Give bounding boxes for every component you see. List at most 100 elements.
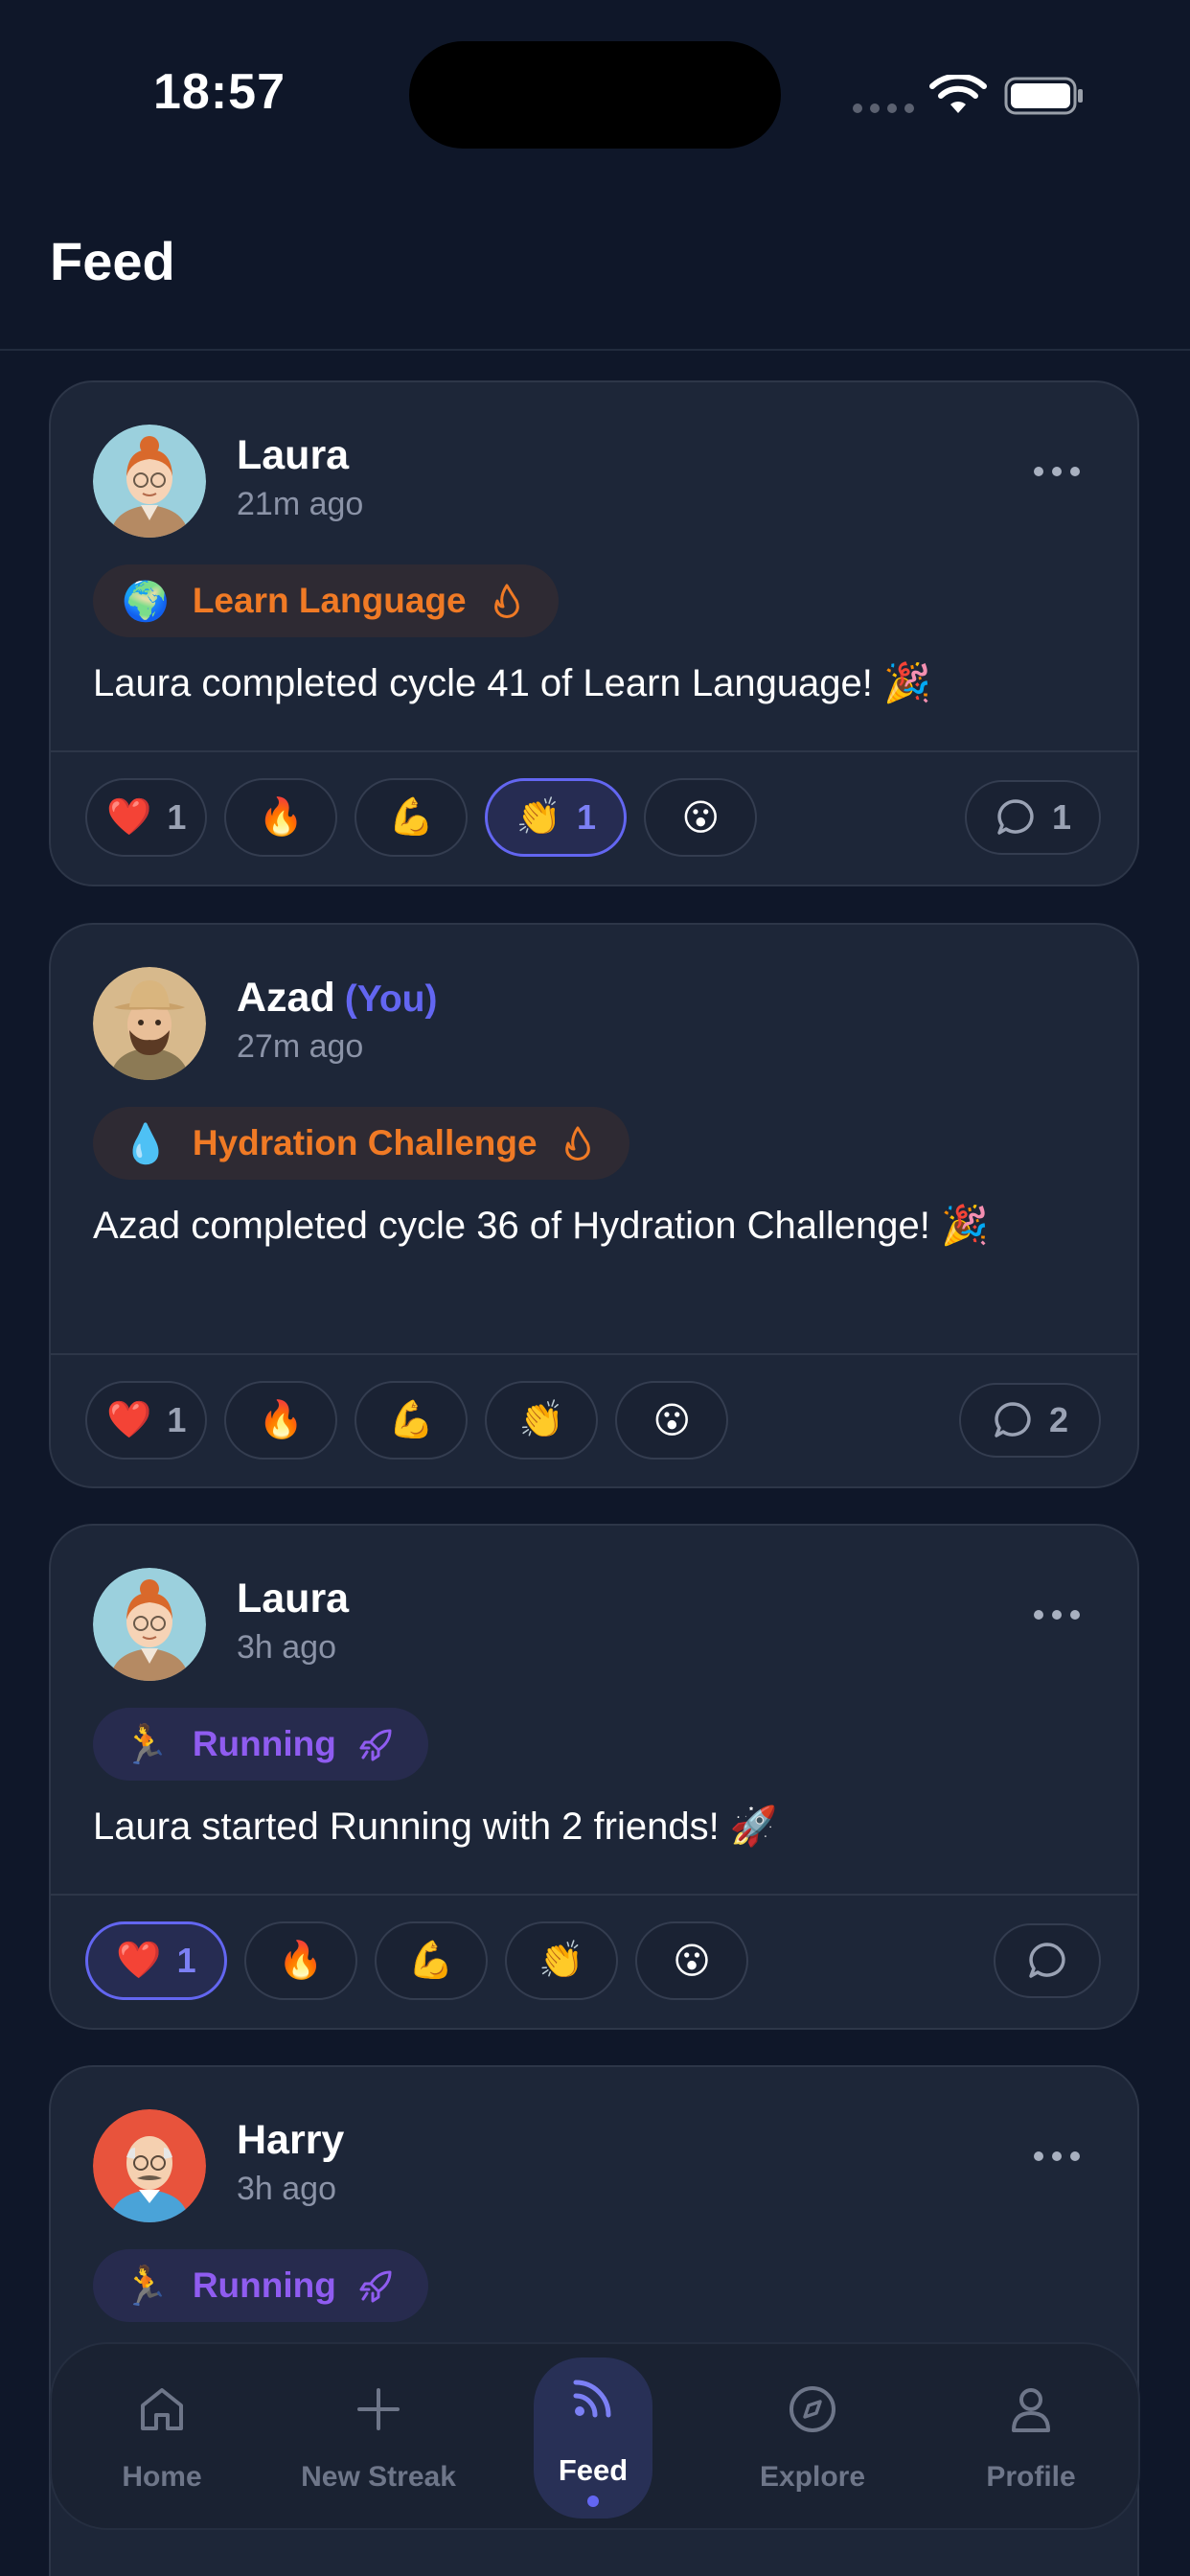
harry-avatar-icon xyxy=(93,2109,206,2222)
reaction-count: 1 xyxy=(176,1941,196,1980)
post-text: Azad completed cycle 36 of Hydration Cha… xyxy=(93,1205,989,1247)
dynamic-island xyxy=(409,41,781,149)
reaction-muscle-button[interactable]: 💪 xyxy=(355,778,469,857)
avatar[interactable] xyxy=(93,425,206,538)
nav-active-dot xyxy=(587,2496,599,2507)
reaction-heart-button[interactable]: ❤️ 1 xyxy=(85,1921,227,2000)
post-username[interactable]: Harry xyxy=(237,2117,344,2164)
post-time: 3h ago xyxy=(237,2171,336,2207)
status-time: 18:57 xyxy=(153,64,286,120)
laura-avatar-icon xyxy=(93,1568,206,1681)
more-options-icon[interactable] xyxy=(1034,467,1080,476)
clap-icon: 👏 xyxy=(518,1400,565,1440)
reaction-heart-button[interactable]: ❤️ 1 xyxy=(85,778,208,857)
wow-icon: 😮 xyxy=(652,1400,692,1441)
post-time: 27m ago xyxy=(237,1028,364,1065)
nav-profile[interactable]: Profile xyxy=(935,2344,1127,2532)
nav-home[interactable]: Home xyxy=(66,2344,258,2532)
nav-new-streak-label: New Streak xyxy=(301,2461,456,2493)
laura-avatar-icon xyxy=(93,425,206,538)
you-label: (You) xyxy=(344,978,438,1020)
comment-icon xyxy=(995,1402,1031,1438)
streak-tag[interactable]: 🏃 Running xyxy=(93,1708,428,1781)
reaction-wow-button[interactable]: 😮 xyxy=(615,1381,729,1460)
droplet-icon: 💧 xyxy=(122,1122,170,1165)
rocket-icon xyxy=(359,2270,392,2303)
reaction-bar: ❤️ 1 🔥 💪 👏 1 😮 xyxy=(85,778,758,857)
post-text: Laura completed cycle 41 of Learn Langua… xyxy=(93,662,931,704)
reaction-clap-button[interactable]: 👏 1 xyxy=(485,778,628,857)
rocket-icon xyxy=(359,1729,392,1761)
fire-icon: 🔥 xyxy=(258,797,305,838)
feed-post: Laura 21m ago 🌍 Learn Language Laura com… xyxy=(49,380,1139,886)
reaction-count: 1 xyxy=(577,797,597,837)
reaction-count: 1 xyxy=(167,1400,187,1439)
reaction-muscle-button[interactable]: 💪 xyxy=(375,1921,488,2000)
avatar[interactable] xyxy=(93,1568,206,1681)
nav-feed-label: Feed xyxy=(558,2453,629,2487)
reaction-fire-button[interactable]: 🔥 xyxy=(224,778,338,857)
streak-tag[interactable]: 🏃 Running xyxy=(93,2249,428,2322)
page-title: Feed xyxy=(50,231,175,291)
runner-icon: 🏃 xyxy=(122,2265,170,2308)
post-time: 3h ago xyxy=(237,1629,336,1666)
globe-icon: 🌍 xyxy=(122,580,170,623)
streak-tag[interactable]: 🌍 Learn Language xyxy=(93,564,559,637)
heart-icon: ❤️ xyxy=(116,1941,162,1981)
azad-avatar-icon xyxy=(93,967,206,1080)
post-text: Laura started Running with 2 friends! 🚀 xyxy=(93,1806,778,1848)
divider xyxy=(51,1894,1137,1896)
feed-post: Laura 3h ago 🏃 Running Laura started Run… xyxy=(49,1524,1139,2030)
nav-feed[interactable]: Feed xyxy=(497,2344,689,2532)
comment-count: 2 xyxy=(1048,1400,1069,1439)
compass-icon xyxy=(790,2386,835,2432)
avatar[interactable] xyxy=(93,2109,206,2222)
muscle-icon: 💪 xyxy=(388,797,435,838)
post-time: 21m ago xyxy=(237,486,364,522)
status-bar: 18:57 xyxy=(0,0,1190,192)
reaction-fire-button[interactable]: 🔥 xyxy=(244,1921,357,2000)
comment-button[interactable]: 1 xyxy=(965,780,1101,855)
bottom-nav: Home New Streak Feed Explore Profile xyxy=(50,2342,1140,2530)
post-username[interactable]: Laura xyxy=(237,432,349,479)
more-options-icon[interactable] xyxy=(1034,2151,1080,2161)
nav-explore-label: Explore xyxy=(759,2461,866,2493)
muscle-icon: 💪 xyxy=(388,1400,435,1440)
post-username[interactable]: Laura xyxy=(237,1576,349,1622)
feed-post: Azad (You) 27m ago 💧 Hydration Challenge … xyxy=(49,923,1139,1488)
heart-icon: ❤️ xyxy=(106,797,152,838)
flame-icon xyxy=(493,584,519,618)
cellular-signal-icon xyxy=(853,104,914,113)
divider xyxy=(51,750,1137,752)
reaction-clap-button[interactable]: 👏 xyxy=(485,1381,599,1460)
reaction-muscle-button[interactable]: 💪 xyxy=(355,1381,469,1460)
clap-icon: 👏 xyxy=(515,797,561,838)
flame-icon xyxy=(564,1126,590,1161)
streak-tag[interactable]: 💧 Hydration Challenge xyxy=(93,1107,629,1180)
reaction-wow-button[interactable]: 😮 xyxy=(644,778,758,857)
reaction-bar: ❤️ 1 🔥 💪 👏 😮 xyxy=(85,1381,729,1460)
reaction-bar: ❤️ 1 🔥 💪 👏 😮 xyxy=(85,1921,748,2000)
more-options-icon[interactable] xyxy=(1034,1610,1080,1620)
comment-button[interactable]: 2 xyxy=(959,1383,1101,1458)
comment-button[interactable] xyxy=(994,1923,1101,1998)
reaction-count: 1 xyxy=(167,797,187,837)
avatar[interactable] xyxy=(93,967,206,1080)
reaction-heart-button[interactable]: ❤️ 1 xyxy=(85,1381,208,1460)
reaction-clap-button[interactable]: 👏 xyxy=(505,1921,618,2000)
streak-tag-label: Running xyxy=(192,1724,336,1763)
nav-new-streak[interactable]: New Streak xyxy=(283,2344,474,2532)
nav-explore[interactable]: Explore xyxy=(717,2344,908,2532)
header: Feed xyxy=(0,192,1190,351)
runner-icon: 🏃 xyxy=(122,1723,170,1766)
heart-icon: ❤️ xyxy=(106,1400,152,1440)
wow-icon: 😮 xyxy=(673,1941,711,1982)
streak-tag-label: Hydration Challenge xyxy=(192,1123,538,1162)
reaction-wow-button[interactable]: 😮 xyxy=(635,1921,748,2000)
wow-icon: 😮 xyxy=(681,797,721,839)
post-username[interactable]: Azad (You) xyxy=(237,975,437,1022)
streak-tag-label: Running xyxy=(192,2266,336,2305)
home-icon xyxy=(141,2388,183,2430)
person-icon xyxy=(1012,2388,1050,2432)
reaction-fire-button[interactable]: 🔥 xyxy=(224,1381,338,1460)
